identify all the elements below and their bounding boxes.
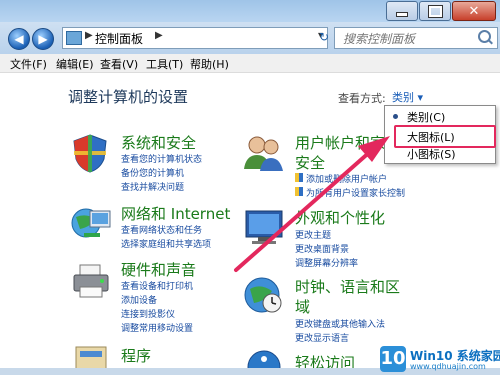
watermark-url: www.qdhuajin.com bbox=[410, 362, 486, 371]
watermark-logo: 10 bbox=[380, 346, 406, 372]
annotation-arrow bbox=[234, 136, 390, 272]
watermark: 10 Win10 系统家园 www.qdhuajin.com bbox=[380, 346, 500, 374]
